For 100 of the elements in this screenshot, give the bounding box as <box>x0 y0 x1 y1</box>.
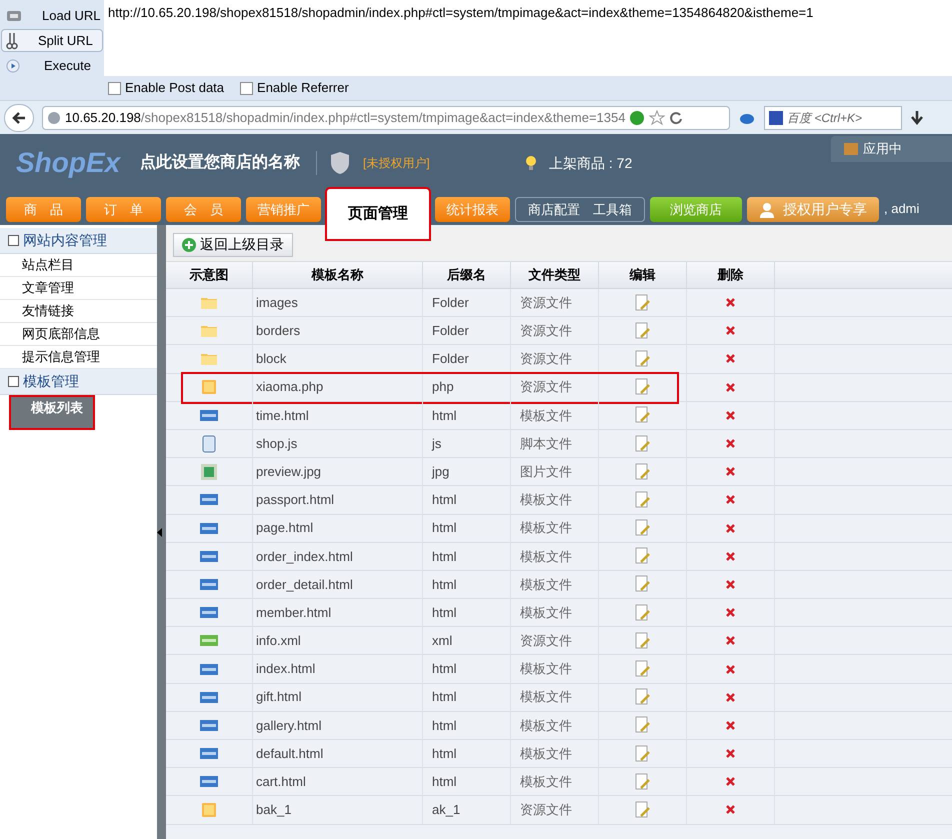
lightbulb-icon <box>525 155 537 171</box>
edit-icon[interactable] <box>634 772 650 791</box>
address-path: /shopex81518/shopadmin/index.php#ctl=system/tmpimage&act=index&theme=1354 <box>140 108 626 127</box>
edit-icon[interactable] <box>634 800 650 819</box>
edit-icon[interactable] <box>634 604 650 622</box>
edit-icon[interactable] <box>634 294 650 312</box>
edit-icon[interactable] <box>634 575 650 594</box>
delete-icon[interactable] <box>726 439 735 448</box>
hackbar-button[interactable]: Load URL <box>1 4 103 27</box>
address-host: 10.65.20.198 <box>65 108 141 127</box>
html-file-icon <box>200 550 218 562</box>
table-cell: html <box>423 740 511 768</box>
back-button[interactable] <box>4 104 34 132</box>
hackbar-button[interactable]: Split URL <box>1 29 103 52</box>
delete-icon[interactable] <box>726 298 735 308</box>
sidebar-group-header[interactable]: 网站内容管理 <box>0 228 157 254</box>
delete-icon[interactable] <box>726 664 735 674</box>
checkbox[interactable] <box>240 82 254 94</box>
delete-icon[interactable] <box>726 692 735 702</box>
table-cell: Folder <box>423 345 511 373</box>
download-icon <box>910 110 924 126</box>
delete-icon[interactable] <box>726 326 735 336</box>
table-cell: Folder <box>423 289 511 316</box>
table-cell: xml <box>423 627 511 654</box>
table-cell: info.xml <box>253 627 423 654</box>
table-cell: page.html <box>253 514 423 542</box>
table-cell: html <box>423 402 511 429</box>
delete-icon[interactable] <box>726 467 735 476</box>
table-cell: order_index.html <box>253 542 423 570</box>
edit-icon[interactable] <box>634 350 650 368</box>
reload-icon <box>669 110 684 124</box>
table-cell: 模板文件 <box>511 768 599 796</box>
url-field[interactable]: http://10.65.20.198/shopex81518/shopadmin/index.php#ctl=system/tmpimage&act=index&theme=1354864820&istheme=1 <box>104 0 952 76</box>
table-cell: html <box>423 599 511 626</box>
store-name[interactable]: 点此设置您商店的名称 <box>140 151 317 175</box>
search-field[interactable]: 百度 <Ctrl+K> <box>764 106 902 130</box>
table-cell: time.html <box>253 402 423 429</box>
edit-icon[interactable] <box>634 547 650 566</box>
table-cell: xiaoma.php <box>253 374 423 401</box>
edit-icon[interactable] <box>634 406 650 424</box>
hackbar-button[interactable]: Execute <box>1 54 103 77</box>
edit-icon[interactable] <box>634 490 650 509</box>
edit-icon[interactable] <box>634 462 650 481</box>
delete-icon[interactable] <box>726 749 735 758</box>
edit-icon[interactable] <box>634 744 650 763</box>
html-file-icon <box>200 692 218 703</box>
column-header: 后缀名 <box>423 262 511 288</box>
table-cell: gallery.html <box>253 712 423 739</box>
edit-icon[interactable] <box>634 322 650 340</box>
table-cell: shop.js <box>253 430 423 458</box>
table-cell: images <box>253 289 423 316</box>
image-file-icon <box>201 464 217 480</box>
delete-icon[interactable] <box>726 382 735 392</box>
delete-icon[interactable] <box>726 580 735 589</box>
delete-icon[interactable] <box>726 410 735 420</box>
scissors-icon <box>6 32 18 50</box>
table-cell: 脚本文件 <box>511 430 599 458</box>
sidebar-item[interactable]: 模板列表 <box>9 395 95 430</box>
edit-icon[interactable] <box>634 660 650 678</box>
delete-icon[interactable] <box>726 495 735 504</box>
product-count: 上架商品 : 72 <box>549 154 634 172</box>
delete-icon[interactable] <box>726 720 735 730</box>
back-arrow-icon <box>12 112 26 124</box>
sidebar-group-header[interactable]: 模板管理 <box>0 369 157 395</box>
nav-tab[interactable]: 商店配置 工具箱 <box>515 197 645 222</box>
delete-icon[interactable] <box>726 805 735 814</box>
address-field[interactable]: 10.65.20.198/shopex81518/shopadmin/index.php#ctl=system/tmpimage&act=index&theme=1354 <box>42 106 730 130</box>
page-icon <box>6 8 22 22</box>
delete-icon[interactable] <box>726 636 735 646</box>
html-file-icon <box>200 410 218 421</box>
table-cell: 图片文件 <box>511 458 599 486</box>
table-cell: 资源文件 <box>511 289 599 316</box>
table-cell: 模板文件 <box>511 570 599 598</box>
table-cell: index.html <box>253 655 423 683</box>
table-cell: block <box>253 345 423 373</box>
delete-icon[interactable] <box>726 608 735 618</box>
edit-icon[interactable] <box>634 519 650 538</box>
folder-icon <box>201 324 217 338</box>
nav-tab[interactable]: 页面管理 <box>326 188 430 240</box>
scroll-icon <box>202 434 216 453</box>
delete-icon[interactable] <box>726 777 735 786</box>
greeting-text: , admi <box>884 200 920 218</box>
table-cell: jpg <box>423 458 511 486</box>
checkbox[interactable] <box>108 82 121 94</box>
table-cell: 模板文件 <box>511 740 599 768</box>
html-file-icon <box>200 664 218 675</box>
back-to-parent-button[interactable]: 返回上级目录 <box>173 232 293 256</box>
table-cell: borders <box>253 317 423 344</box>
delete-icon[interactable] <box>726 524 735 533</box>
table-cell: html <box>423 514 511 542</box>
delete-icon[interactable] <box>726 354 735 364</box>
delete-icon[interactable] <box>726 552 735 561</box>
table-cell: html <box>423 655 511 683</box>
edit-icon[interactable] <box>634 632 650 650</box>
user-icon <box>759 202 775 218</box>
edit-icon[interactable] <box>634 434 650 453</box>
edit-icon[interactable] <box>634 716 650 734</box>
edit-icon[interactable] <box>634 378 650 396</box>
collapse-icon <box>8 376 19 387</box>
edit-icon[interactable] <box>634 688 650 706</box>
